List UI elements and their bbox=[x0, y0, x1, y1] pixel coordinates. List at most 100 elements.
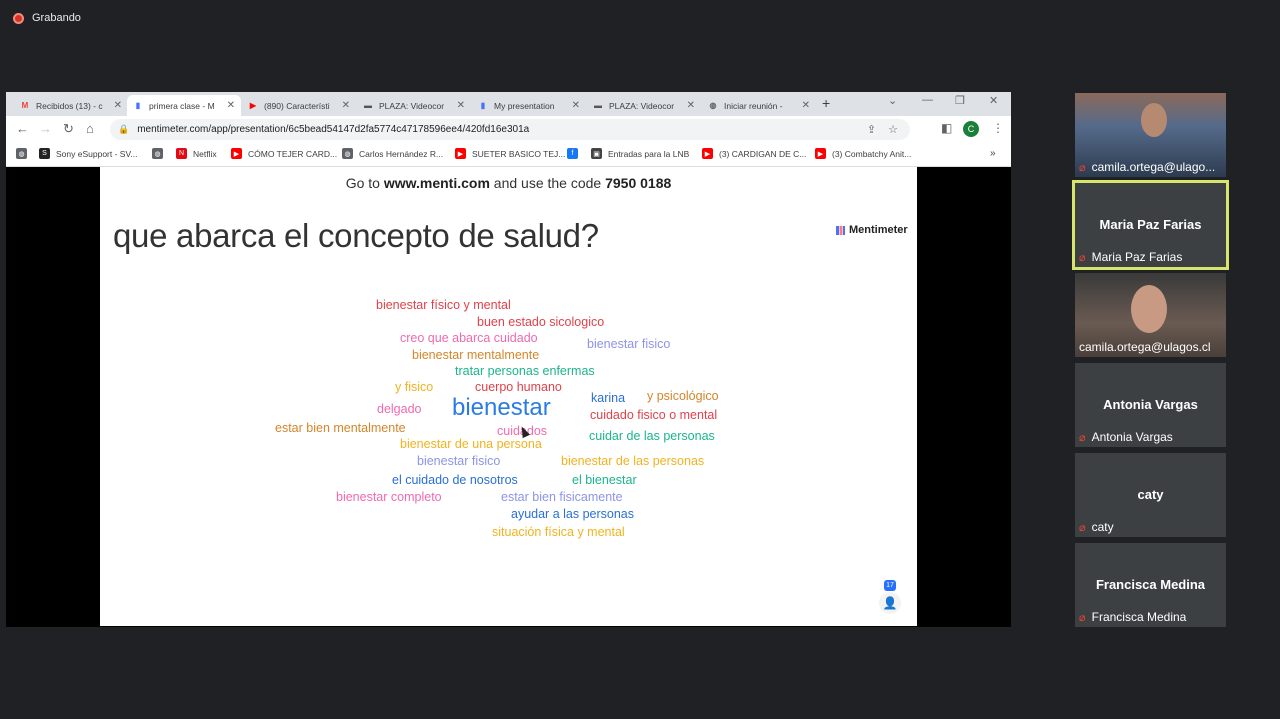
close-tab-icon[interactable]: ✕ bbox=[114, 100, 122, 111]
tab-search-icon[interactable]: ⌄ bbox=[888, 94, 897, 107]
close-tab-icon[interactable]: ✕ bbox=[457, 100, 465, 111]
mentimeter-slide: Go to www.menti.com and use the code 795… bbox=[100, 167, 917, 626]
mentimeter-icon: ▮ bbox=[480, 101, 486, 110]
participant-label-text: caty bbox=[1091, 520, 1114, 534]
forward-icon[interactable]: → bbox=[39, 121, 52, 136]
close-tab-icon[interactable]: ✕ bbox=[342, 100, 350, 111]
bookmark-label: (3) CARDIGAN DE C... bbox=[719, 148, 807, 159]
bookmark-item[interactable]: ◍ bbox=[152, 148, 169, 159]
participant-label-text: Antonia Vargas bbox=[1091, 430, 1173, 444]
mic-muted-icon: ⌀ bbox=[1079, 161, 1086, 174]
web-page: Go to www.menti.com and use the code 795… bbox=[6, 167, 1011, 627]
tab-title: primera clase - M bbox=[149, 100, 215, 111]
bookmark-item[interactable]: S Sony eSupport - SV... bbox=[39, 148, 137, 159]
browser-tab[interactable]: ▮ My presentation ✕ bbox=[472, 95, 586, 116]
url-text: mentimeter.com/app/presentation/6c5bead5… bbox=[137, 124, 530, 135]
join-instruction: Go to www.menti.com and use the code 795… bbox=[100, 175, 917, 191]
participant-label: ⌀ Antonia Vargas bbox=[1079, 430, 1173, 444]
netflix-icon: N bbox=[176, 148, 187, 159]
participant-tile[interactable]: Antonia Vargas ⌀ Antonia Vargas bbox=[1075, 363, 1226, 447]
brand-name: Mentimeter bbox=[849, 224, 908, 236]
close-tab-icon[interactable]: ✕ bbox=[572, 100, 580, 111]
bookmark-item[interactable]: f bbox=[567, 148, 584, 159]
instruction-mid: and use the code bbox=[489, 175, 606, 191]
tab-title: PLAZA: Videocor bbox=[609, 100, 675, 111]
mic-muted-icon: ⌀ bbox=[1079, 431, 1086, 444]
participant-face bbox=[1141, 103, 1167, 137]
bookmark-item[interactable]: ▶ CÓMO TEJER CARD... bbox=[231, 148, 337, 159]
globe-icon: ◍ bbox=[709, 101, 717, 110]
browser-tab[interactable]: ▶ (890) Característi ✕ bbox=[242, 95, 356, 116]
bookmark-label: CÓMO TEJER CARD... bbox=[248, 148, 338, 159]
record-dot-icon bbox=[13, 12, 24, 24]
new-tab-icon[interactable]: + bbox=[822, 95, 830, 111]
share-icon[interactable]: ⇪ bbox=[867, 123, 876, 136]
bookmark-star-icon[interactable]: ☆ bbox=[888, 123, 898, 136]
bookmark-item[interactable]: ▶ SUETER BASICO TEJ... bbox=[455, 148, 565, 159]
close-tab-icon[interactable]: ✕ bbox=[802, 100, 810, 111]
bookmark-item[interactable]: N Netflix bbox=[176, 148, 217, 159]
instruction-code: 7950 0188 bbox=[605, 175, 672, 191]
browser-tab[interactable]: ▬ PLAZA: Videocor ✕ bbox=[357, 95, 471, 116]
participant-label: ⌀ Francisca Medina bbox=[1079, 610, 1186, 624]
ticket-icon: ▣ bbox=[591, 148, 602, 159]
bookmark-item[interactable]: ◍ Carlos Hernández R... bbox=[342, 148, 443, 159]
participant-name: Antonia Vargas bbox=[1103, 397, 1198, 412]
word-cloud-item: buen estado sicologico bbox=[477, 315, 605, 329]
lock-icon: 🔒 bbox=[118, 124, 130, 134]
browser-tab[interactable]: ◍ Iniciar reunión - ✕ bbox=[702, 95, 816, 116]
participant-name: caty bbox=[1137, 487, 1164, 502]
response-count-badge: 17 bbox=[884, 580, 896, 591]
recording-indicator: Grabando bbox=[13, 12, 81, 24]
bookmark-item[interactable]: ◍ bbox=[16, 148, 33, 159]
bookmark-item[interactable]: ▣ Entradas para la LNB bbox=[591, 148, 689, 159]
person-icon: 👤 bbox=[879, 592, 901, 614]
browser-tab[interactable]: M Recibidos (13) - c ✕ bbox=[14, 95, 128, 116]
bookmark-item[interactable]: ▶ (3) Combatchy Anit... bbox=[815, 148, 911, 159]
word-cloud-item: ayudar a las personas bbox=[511, 507, 634, 521]
bookmark-label: Netflix bbox=[193, 148, 217, 159]
back-icon[interactable]: ← bbox=[16, 121, 29, 136]
close-tab-icon[interactable]: ✕ bbox=[227, 100, 235, 111]
bookmark-item[interactable]: ▶ (3) CARDIGAN DE C... bbox=[702, 148, 806, 159]
word-cloud-item: cuidar de las personas bbox=[589, 429, 715, 443]
restore-icon[interactable]: ❐ bbox=[955, 94, 965, 107]
browser-tab[interactable]: ▬ PLAZA: Videocor ✕ bbox=[587, 95, 701, 116]
word-cloud-item: delgado bbox=[377, 402, 422, 416]
facebook-icon: f bbox=[567, 148, 578, 159]
address-bar[interactable]: 🔒 mentimeter.com/app/presentation/6c5bea… bbox=[110, 119, 910, 140]
bookmarks-bar: ◍ S Sony eSupport - SV... ◍ N Netflix ▶ CÓMO TE… bbox=[6, 143, 1011, 167]
recording-label: Grabando bbox=[32, 12, 81, 24]
reload-icon[interactable]: ↻ bbox=[63, 121, 74, 137]
word-cloud-item: creo que abarca cuidado bbox=[400, 331, 538, 345]
word-cloud-item: cuidado fisico o mental bbox=[590, 408, 718, 422]
bookmark-label: (3) Combatchy Anit... bbox=[832, 148, 912, 159]
word-cloud-item: el bienestar bbox=[572, 473, 637, 487]
bookmark-label: Sony eSupport - SV... bbox=[56, 148, 138, 159]
mic-muted-icon: ⌀ bbox=[1079, 611, 1086, 624]
participant-tile[interactable]: Maria Paz Farias ⌀ Maria Paz Farias bbox=[1072, 180, 1229, 270]
question-title: que abarca el concepto de salud? bbox=[113, 217, 599, 254]
close-window-icon[interactable]: ✕ bbox=[989, 94, 998, 107]
minimize-icon[interactable]: — bbox=[922, 94, 933, 106]
word-cloud-item: y fisico bbox=[395, 380, 434, 394]
close-tab-icon[interactable]: ✕ bbox=[687, 100, 695, 111]
browser-tab[interactable]: ▮ primera clase - M ✕ bbox=[127, 95, 241, 116]
bookmark-label: Carlos Hernández R... bbox=[359, 148, 444, 159]
tab-title: (890) Característi bbox=[264, 100, 330, 111]
side-panel-icon[interactable]: ◧ bbox=[941, 121, 952, 135]
youtube-icon: ▶ bbox=[249, 101, 257, 110]
tab-title: Iniciar reunión - bbox=[724, 100, 783, 111]
participant-tile[interactable]: camila.ortega@ulagos.cl bbox=[1075, 273, 1226, 357]
bookmark-label: SUETER BASICO TEJ... bbox=[472, 148, 566, 159]
home-icon[interactable]: ⌂ bbox=[86, 121, 94, 136]
tab-title: Recibidos (13) - c bbox=[36, 100, 103, 111]
menu-kebab-icon[interactable]: ⋮ bbox=[992, 121, 1004, 135]
participant-tile[interactable]: Francisca Medina ⌀ Francisca Medina bbox=[1075, 543, 1226, 627]
more-bookmarks-icon[interactable]: » bbox=[990, 148, 996, 159]
profile-avatar[interactable]: C bbox=[963, 121, 979, 137]
participant-tile[interactable]: caty ⌀ caty bbox=[1075, 453, 1226, 537]
participant-label-text: camila.ortega@ulagos.cl bbox=[1079, 340, 1211, 354]
participant-label: camila.ortega@ulagos.cl bbox=[1079, 340, 1211, 354]
participant-tile[interactable]: ⌀ camila.ortega@ulago... bbox=[1075, 93, 1226, 177]
